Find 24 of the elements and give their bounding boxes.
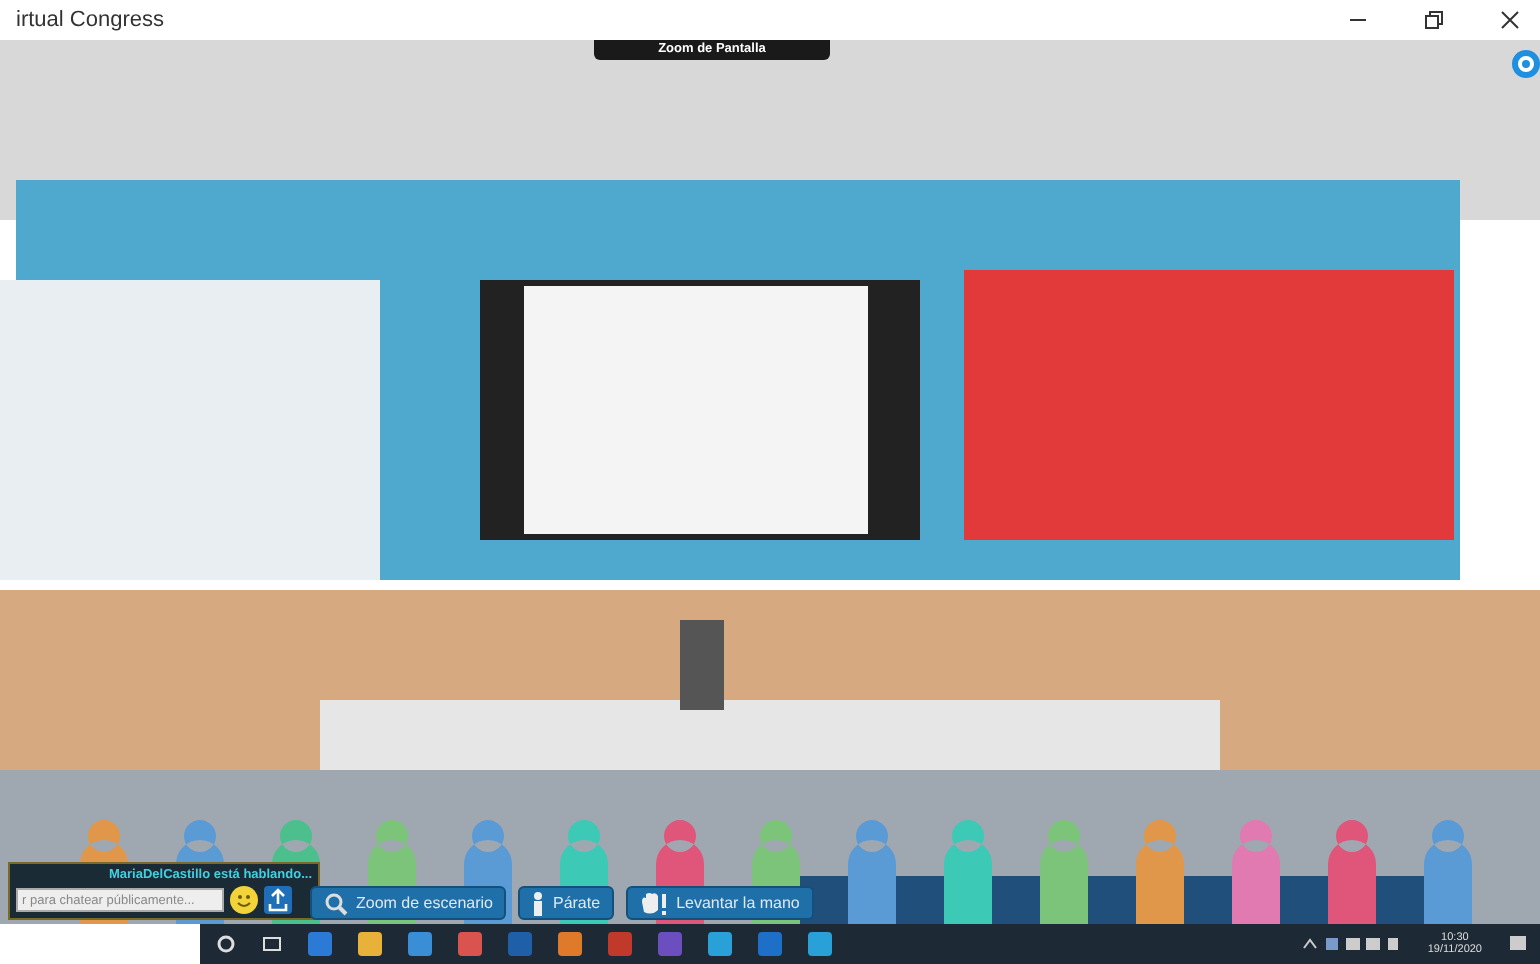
person-icon	[532, 891, 545, 915]
toolbar-button[interactable]: Levantar la mano	[626, 886, 814, 920]
app-icon[interactable]	[708, 932, 732, 956]
app-icon[interactable]	[408, 932, 432, 956]
smiley-icon[interactable]	[230, 886, 258, 914]
raised-hand-icon	[640, 891, 669, 915]
toolbar-button[interactable]: Zoom de escenario	[310, 886, 507, 920]
notification-icon[interactable]	[1508, 934, 1528, 954]
app-icon[interactable]	[758, 932, 782, 956]
window-title: irtual Congress	[16, 8, 164, 32]
app-icon[interactable]	[808, 932, 832, 956]
toolbar-button[interactable]: Párate	[518, 886, 615, 920]
tray-icons-drawing[interactable]	[1301, 936, 1402, 952]
app-icon[interactable]	[358, 932, 382, 956]
app-icon[interactable]	[608, 932, 632, 956]
app-icon[interactable]	[458, 932, 482, 956]
app-icon[interactable]	[558, 932, 582, 956]
restore-icon[interactable]	[1424, 10, 1444, 30]
app-icon[interactable]	[308, 932, 332, 956]
app-icon[interactable]	[508, 932, 532, 956]
task-view-icon[interactable]	[262, 934, 282, 954]
close-icon[interactable]	[1500, 10, 1520, 30]
upload-icon[interactable]	[264, 886, 292, 914]
app-icon[interactable]	[658, 932, 682, 956]
